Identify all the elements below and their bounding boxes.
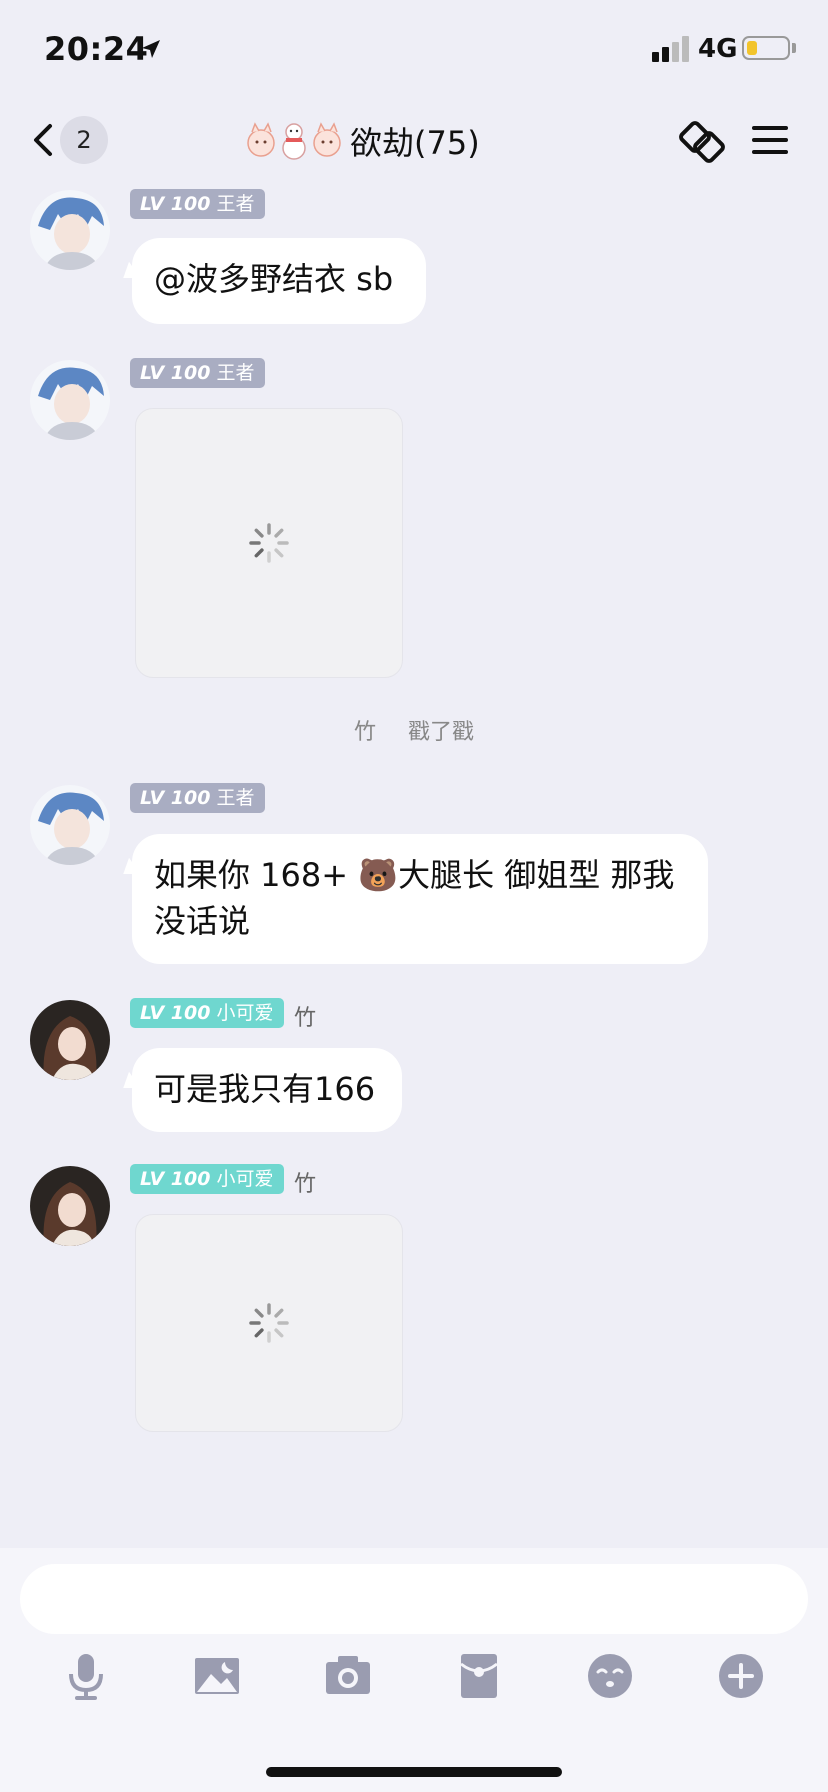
location-arrow-icon <box>142 40 160 58</box>
message-text: @波多野结衣 sb <box>154 260 394 298</box>
message-text: 可是我只有166 <box>154 1070 376 1108</box>
avatar[interactable] <box>30 1000 110 1080</box>
battery-icon <box>742 36 790 60</box>
battery-fill <box>747 41 757 55</box>
loading-spinner-icon <box>249 1303 289 1343</box>
back-chevron-icon[interactable] <box>28 120 58 160</box>
emoji-icon[interactable] <box>586 1652 634 1700</box>
chat-title: 欲劫(75) <box>350 124 480 162</box>
image-message-loading[interactable] <box>135 408 403 678</box>
level-badge: LV 100 王者 <box>130 358 265 388</box>
message-input[interactable] <box>20 1564 808 1634</box>
signal-icon <box>652 36 689 62</box>
red-packet-icon[interactable] <box>455 1652 503 1700</box>
sender-name: 竹 <box>294 1006 317 1031</box>
menu-icon[interactable] <box>752 122 788 158</box>
level-badge: LV 100 小可爱 <box>130 1164 284 1194</box>
avatar-girl-icon <box>30 1166 110 1246</box>
message-text-line: 没话说 <box>154 902 251 940</box>
microphone-icon[interactable] <box>62 1652 110 1700</box>
avatar[interactable] <box>30 360 110 440</box>
chat-header: 2 欲劫(75) <box>0 100 828 184</box>
level-badge: LV 100 王者 <box>130 783 265 813</box>
input-panel <box>0 1548 828 1792</box>
link-icon[interactable] <box>678 118 726 166</box>
chat-title-group[interactable]: 欲劫(75) <box>244 116 480 166</box>
avatar-boy-icon <box>30 785 110 865</box>
avatar[interactable] <box>30 190 110 270</box>
image-message-loading[interactable] <box>135 1214 403 1432</box>
loading-spinner-icon <box>249 523 289 563</box>
unread-count-badge[interactable]: 2 <box>60 116 108 164</box>
message-text-line: 如果你 168+ 🐻大腿长 御姐型 那我 <box>154 856 675 894</box>
status-time: 20:24 <box>44 30 149 68</box>
plus-icon[interactable] <box>717 1652 765 1700</box>
network-type: 4G <box>698 34 738 64</box>
image-icon[interactable] <box>193 1652 241 1700</box>
poke-actor: 竹 <box>353 720 376 745</box>
avatar[interactable] <box>30 1166 110 1246</box>
avatar-boy-icon <box>30 190 110 270</box>
level-badge: LV 100 小可爱 <box>130 998 284 1028</box>
level-badge: LV 100 王者 <box>130 189 265 219</box>
sender-name: 竹 <box>294 1172 317 1197</box>
message-bubble[interactable]: @波多野结衣 sb <box>132 238 426 324</box>
message-bubble[interactable]: 如果你 168+ 🐻大腿长 御姐型 那我 没话说 <box>132 834 708 964</box>
system-poke-message: 竹 戳了戳 <box>0 714 828 746</box>
avatar[interactable] <box>30 785 110 865</box>
battery-tip <box>792 43 796 53</box>
home-indicator <box>266 1767 562 1777</box>
message-bubble[interactable]: 可是我只有166 <box>132 1048 402 1132</box>
poke-action: 戳了戳 <box>408 720 475 745</box>
title-decoration-icon <box>247 122 341 160</box>
camera-icon[interactable] <box>324 1652 372 1700</box>
status-bar: 20:24 4G <box>0 0 828 100</box>
avatar-boy-icon <box>30 360 110 440</box>
avatar-girl-icon <box>30 1000 110 1080</box>
